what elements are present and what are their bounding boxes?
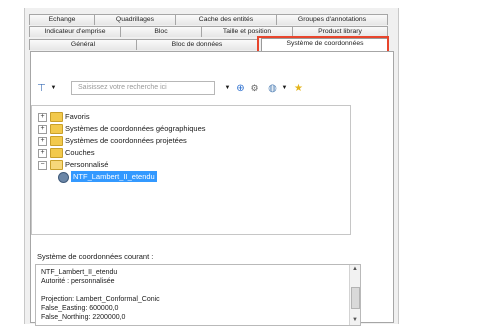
- coordinate-system-tree: + Favoris + Systèmes de coordonnées géog…: [31, 105, 351, 235]
- info-line: Autorité : personnalisée: [41, 278, 115, 285]
- expand-icon[interactable]: +: [38, 113, 47, 122]
- tab-groupes-annotations[interactable]: Groupes d'annotations: [276, 14, 388, 25]
- tree-item-label: Personnalisé: [65, 160, 109, 169]
- folder-icon: [50, 148, 63, 158]
- search-dropdown-icon[interactable]: ▼: [221, 82, 234, 95]
- tab-echange[interactable]: Echange: [29, 14, 95, 25]
- info-line: False_Easting: 600000,0: [41, 305, 119, 312]
- dropdown-icon[interactable]: ▼: [47, 82, 60, 95]
- collapse-icon[interactable]: −: [38, 161, 47, 170]
- tab-row-2: Indicateur d'emprise Bloc Taille et posi…: [25, 26, 398, 37]
- info-line: Projection: Lambert_Conformal_Conic: [41, 296, 160, 303]
- globe-dropdown-icon[interactable]: ▼: [278, 82, 291, 95]
- layer-properties-dialog: Echange Quadrillages Cache des entités G…: [24, 8, 399, 326]
- folder-icon: [50, 124, 63, 134]
- globe-icon: [58, 172, 69, 183]
- tab-bloc-donnees[interactable]: Bloc de données: [136, 39, 258, 50]
- network-icon[interactable]: ⚙: [248, 82, 261, 95]
- tab-cache-entites[interactable]: Cache des entités: [175, 14, 277, 25]
- tab-bloc[interactable]: Bloc: [120, 26, 202, 37]
- expand-icon[interactable]: +: [38, 137, 47, 146]
- tab-quadrillages[interactable]: Quadrillages: [94, 14, 176, 25]
- tree-item-label: Systèmes de coordonnées géographiques: [65, 124, 206, 133]
- tree-item-label: Couches: [65, 148, 95, 157]
- toolbar: ⊤ ▼ Saisissez votre recherche ici ▼ ⊕ ⚙ …: [35, 80, 375, 98]
- current-system-label: Système de coordonnées courant :: [37, 252, 154, 261]
- scroll-thumb[interactable]: [351, 287, 360, 309]
- folder-icon: [50, 112, 63, 122]
- tab-row-3: Général Bloc de données Système de coord…: [25, 38, 398, 51]
- current-system-details[interactable]: NTF_Lambert_II_etendu Autorité : personn…: [35, 264, 361, 326]
- expand-icon[interactable]: +: [38, 149, 47, 158]
- folder-open-icon: [50, 160, 63, 170]
- tab-systeme-coordonnees[interactable]: Système de coordonnées: [261, 38, 389, 51]
- tab-product-library[interactable]: Product library: [292, 26, 388, 37]
- tab-taille-position[interactable]: Taille et position: [201, 26, 293, 37]
- tree-item-label: Favoris: [65, 112, 90, 121]
- scroll-up-icon[interactable]: ▲: [350, 265, 360, 274]
- favorite-star-icon[interactable]: ★: [292, 82, 305, 95]
- search-icon[interactable]: ⊕: [234, 82, 247, 95]
- folder-icon: [50, 136, 63, 146]
- info-line: False_Northing: 2200000,0: [41, 314, 126, 321]
- search-input[interactable]: Saisissez votre recherche ici: [71, 81, 215, 95]
- tab-indicateur-emprise[interactable]: Indicateur d'emprise: [29, 26, 121, 37]
- vertical-scrollbar[interactable]: ▲ ▼: [349, 265, 360, 325]
- expand-icon[interactable]: +: [38, 125, 47, 134]
- tab-row-1: Echange Quadrillages Cache des entités G…: [25, 14, 398, 25]
- info-line: NTF_Lambert_II_etendu: [41, 269, 118, 276]
- tree-item-label: NTF_Lambert_II_etendu: [71, 171, 157, 182]
- tree-item-label: Systèmes de coordonnées projetées: [65, 136, 187, 145]
- tab-general[interactable]: Général: [29, 39, 137, 50]
